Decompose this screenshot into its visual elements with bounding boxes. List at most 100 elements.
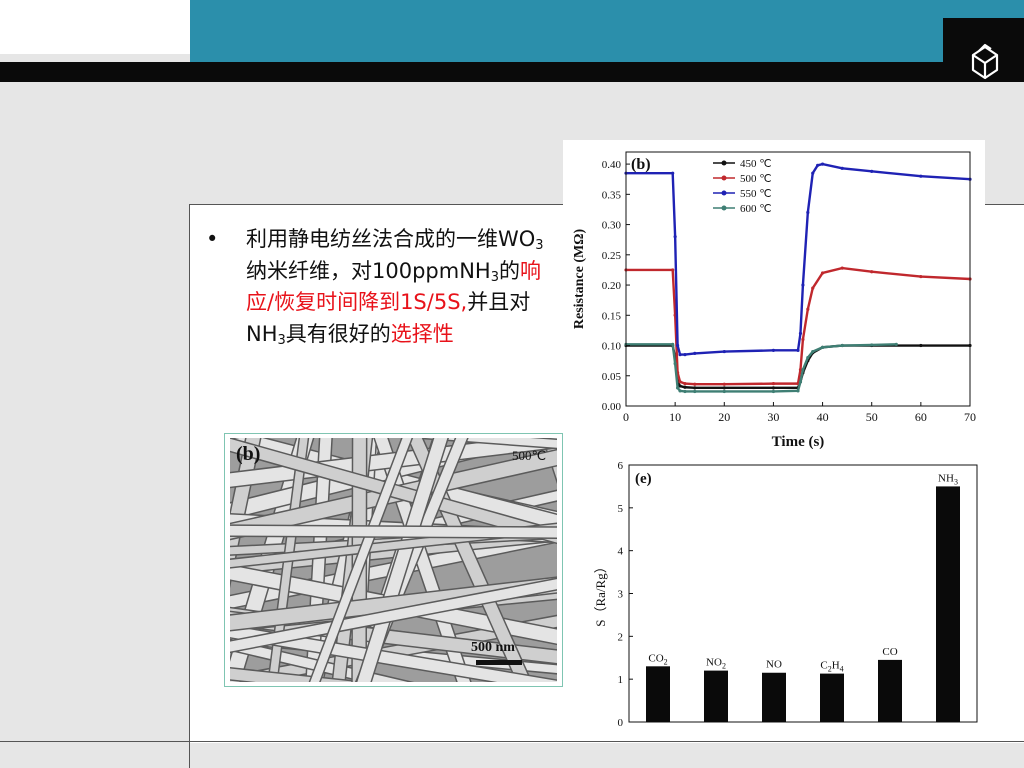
nanofiber-sem-picture: (b) 500℃ 500 nm — [230, 438, 557, 682]
series-point — [683, 352, 687, 357]
y-tick-label: 0.25 — [602, 250, 622, 262]
sem-temperature-label: 500℃ — [512, 448, 546, 463]
y-tick-label: 0.30 — [602, 220, 622, 232]
series-point — [693, 351, 697, 355]
series-point — [796, 389, 800, 393]
series-point — [840, 343, 844, 348]
text-segment: 的 — [498, 258, 520, 283]
series-point — [673, 362, 677, 366]
series-point — [722, 349, 726, 354]
series-point — [801, 337, 805, 342]
x-tick-label: 40 — [817, 410, 829, 424]
bullet-text-body: 利用静电纺丝法合成的一维WO3纳米纤维，对100ppmNH3的响应/恢复时间降到… — [246, 224, 556, 350]
y-tick-label: 0.40 — [602, 159, 622, 171]
chart-b-x-axis-label: Time (s) — [772, 434, 825, 450]
series-line — [626, 162, 971, 356]
y-tick-label: 0.05 — [602, 371, 622, 383]
series-point — [811, 349, 815, 354]
subscript: 3 — [535, 238, 544, 253]
bar-category-label: CO — [882, 646, 897, 658]
y-tick-label: 4 — [618, 546, 624, 558]
x-tick-label: 0 — [623, 410, 629, 424]
chart-e-plot-frame — [628, 464, 978, 723]
subscript: 3 — [490, 269, 499, 285]
sem-image: (b) 500℃ 500 nm — [230, 438, 557, 682]
header-black-band — [0, 62, 1024, 82]
legend-marker — [721, 205, 727, 211]
legend-label: 600 ℃ — [740, 203, 772, 215]
bar — [878, 659, 902, 722]
series-point — [801, 368, 805, 372]
series-point — [693, 382, 697, 386]
cube-logo-icon — [971, 43, 999, 80]
chart-b-panel-label: (b) — [631, 156, 651, 173]
series-point — [919, 274, 923, 279]
y-tick-label: 0.15 — [602, 310, 622, 322]
series-point — [919, 343, 923, 348]
scale-bar — [476, 660, 522, 665]
bar-category-label: NH3 — [938, 472, 958, 486]
bottom-divider — [0, 741, 1024, 742]
series-point — [671, 171, 675, 175]
highlight-selectivity: 选择性 — [390, 321, 454, 346]
series-point — [820, 271, 825, 275]
y-tick-label: 6 — [618, 460, 624, 472]
y-tick-label: 0 — [618, 717, 624, 729]
series-point — [722, 389, 726, 394]
series-point — [816, 163, 820, 167]
series-point — [811, 171, 815, 175]
series-point — [919, 174, 923, 178]
chart-b-y-axis-label: Resistance (MΩ) — [572, 229, 587, 330]
series-point — [693, 386, 697, 390]
bar — [646, 666, 670, 722]
series-point — [683, 382, 687, 386]
bar — [704, 670, 728, 722]
bar-category-label: CO2 — [648, 652, 667, 666]
y-tick-label: 0.00 — [602, 401, 622, 413]
series-point — [693, 389, 697, 394]
bullet-item: • 利用静电纺丝法合成的一维WO3纳米纤维，对100ppmNH3的响应/恢复时间… — [206, 224, 558, 350]
series-point — [840, 266, 844, 270]
subscript: 3 — [277, 332, 286, 348]
resistance-chart-svg: 0 10 20 30 40 50 60 70 0.00 0.05 0.10 0.15 0.20 0.25 0… — [572, 151, 976, 450]
series-point — [678, 389, 682, 393]
series-point — [870, 343, 874, 347]
bar — [762, 672, 786, 722]
series-point — [678, 352, 682, 357]
y-tick-label: 0.20 — [602, 280, 622, 292]
legend-label: 550 ℃ — [740, 188, 772, 200]
series-point — [806, 307, 810, 311]
y-tick-label: 2 — [618, 631, 624, 643]
bar-category-label: NO — [766, 659, 782, 671]
series-point — [771, 389, 776, 394]
bar-category-label: NO2 — [706, 657, 726, 671]
series-point — [798, 380, 803, 384]
x-tick-label: 50 — [866, 410, 878, 424]
series-point — [676, 386, 680, 390]
series-point — [811, 286, 815, 290]
series-point — [771, 348, 776, 352]
series-point — [801, 283, 805, 287]
series-point — [771, 382, 776, 386]
fiber — [230, 525, 557, 538]
y-tick-label: 1 — [618, 674, 624, 686]
legend-marker — [721, 175, 727, 181]
text-segment: 利用静电纺丝法合成的一维WO — [246, 227, 536, 251]
y-tick-label: 0.10 — [602, 341, 622, 353]
y-tick-label: 0.35 — [602, 189, 622, 201]
bar — [936, 486, 960, 722]
x-tick-label: 10 — [669, 410, 681, 424]
series-point — [796, 348, 800, 352]
selectivity-chart: 0 1 2 3 4 5 6 CO2 NO2 NO C2H4 CO NH3 (e) S（Ra/Rg） — [593, 456, 983, 740]
series-point — [870, 169, 874, 173]
legend-label: 500 ℃ — [740, 173, 772, 185]
x-tick-label: 30 — [767, 410, 779, 424]
series-point — [676, 343, 680, 348]
series-point — [671, 268, 675, 272]
x-tick-label: 20 — [718, 410, 730, 424]
x-tick-label: 70 — [964, 410, 976, 424]
series-point — [678, 380, 682, 384]
series-point — [771, 386, 776, 390]
chart-e-panel-label: (e) — [635, 471, 652, 487]
y-tick-label: 5 — [618, 503, 624, 515]
